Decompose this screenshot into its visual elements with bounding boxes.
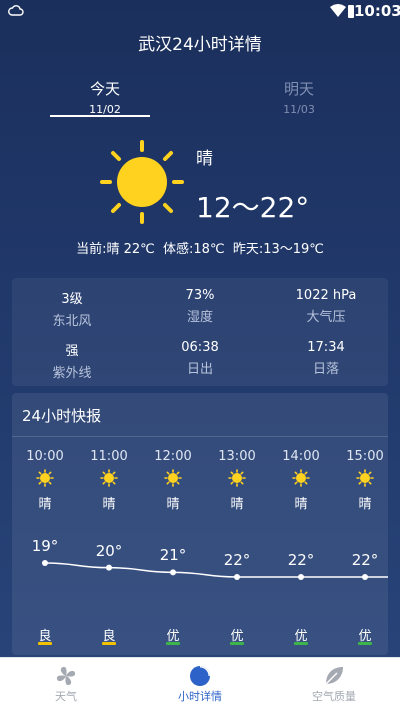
detail-wind: 3级 东北风 — [17, 288, 127, 329]
hourly-item: 15:00 晴 22° 优 — [340, 449, 388, 645]
temperature-point — [106, 564, 112, 571]
detail-label: 日落 — [312, 362, 339, 377]
air-quality-bar — [166, 642, 180, 645]
detail-sunrise: 06:38 日出 — [145, 340, 255, 377]
air-quality-bar — [294, 642, 308, 645]
status-time: 10:03 — [354, 2, 400, 20]
nav-hourly-label: 小时详情 — [178, 690, 222, 703]
sun-icon — [356, 469, 374, 487]
hour-time: 13:00 — [218, 449, 256, 464]
sun-icon — [228, 469, 246, 487]
air-quality-bar — [230, 642, 244, 645]
sun-icon — [36, 469, 54, 487]
hourly-item: 11:00 晴 20° 良 — [84, 449, 134, 645]
nav-hourly-details[interactable]: 小时详情 — [150, 658, 250, 704]
tab-tomorrow[interactable]: 明天 11/03 — [244, 78, 354, 116]
temperature-point — [298, 574, 304, 580]
detail-label: 紫外线 — [52, 366, 92, 381]
air-quality-bar — [358, 642, 372, 645]
temperature-point — [42, 560, 48, 566]
hourly-forecast-card[interactable]: 24小时快报 10:00 晴 19° 良 11:00 晴 20° 良 12:00 晴 21° 优 13:… — [12, 393, 388, 655]
hour-time: 15:00 — [346, 449, 384, 464]
nav-air-quality[interactable]: 空气质量 — [284, 658, 384, 704]
hour-temperature: 22° — [351, 551, 379, 569]
hour-condition: 晴 — [166, 497, 180, 512]
wifi-icon — [330, 4, 346, 17]
hourly-item: 13:00 晴 22° 优 — [212, 449, 262, 645]
detail-value: 强 — [65, 344, 79, 359]
tab-tomorrow-date: 11/03 — [283, 103, 315, 116]
sun-icon — [100, 140, 184, 224]
sun-icon — [100, 469, 118, 487]
detail-value: 06:38 — [181, 340, 219, 355]
tab-underline — [50, 115, 150, 117]
detail-value: 17:34 — [307, 340, 345, 355]
hour-time: 12:00 — [154, 449, 192, 464]
temperature-point — [170, 569, 176, 576]
hour-temperature: 22° — [223, 551, 251, 569]
hour-temperature: 22° — [287, 551, 315, 569]
hour-condition: 晴 — [230, 497, 244, 512]
hour-condition: 晴 — [102, 497, 116, 512]
temperature-range: 12～22° — [196, 191, 310, 224]
hour-condition: 晴 — [358, 497, 372, 512]
hour-time: 10:00 — [26, 449, 64, 464]
detail-label: 东北风 — [52, 314, 92, 329]
temperature-curve — [42, 560, 388, 580]
tab-today[interactable]: 今天 11/02 — [50, 78, 160, 116]
sun-icon — [164, 469, 182, 487]
detail-value: 73% — [185, 288, 215, 303]
hour-condition: 晴 — [38, 497, 52, 512]
current-summary: 当前:晴 22℃ 体感:18℃ 昨天:13～19℃ — [76, 242, 324, 257]
temperature-point — [234, 574, 240, 580]
leaf-icon — [325, 667, 343, 685]
detail-sunset: 17:34 日落 — [271, 340, 381, 377]
detail-label: 日出 — [186, 362, 213, 377]
current-condition: 晴 — [196, 149, 213, 169]
detail-value: 1022 hPa — [295, 288, 357, 303]
temperature-point — [362, 574, 368, 580]
cloud-icon — [8, 5, 24, 16]
bottom-nav: 天气 小时详情 空气质量 — [0, 657, 400, 712]
detail-humidity: 73% 湿度 — [145, 288, 255, 325]
air-quality-bar — [38, 642, 52, 645]
hourly-item: 12:00 晴 21° 优 — [148, 449, 198, 645]
hour-temperature: 20° — [95, 541, 123, 560]
pie-clock-icon — [190, 666, 210, 686]
details-card: 3级 东北风 73% 湿度 1022 hPa 大气压 强 紫外线 06:38 日… — [12, 278, 388, 386]
detail-uv: 强 紫外线 — [17, 340, 127, 381]
status-bar: 10:03 — [0, 0, 400, 24]
detail-value: 3级 — [61, 292, 83, 307]
hour-time: 11:00 — [90, 449, 128, 464]
detail-label: 湿度 — [186, 310, 213, 325]
hour-temperature: 21° — [159, 546, 187, 565]
sun-icon — [292, 469, 310, 487]
hour-temperature: 19° — [31, 537, 59, 555]
air-quality-bar — [102, 642, 116, 645]
hour-time: 14:00 — [282, 449, 320, 464]
tab-tomorrow-label: 明天 — [283, 80, 314, 98]
nav-air-quality-label: 空气质量 — [312, 690, 356, 703]
hourly-item: 14:00 晴 22° 优 — [276, 449, 326, 645]
hourly-item: 10:00 晴 19° 良 — [20, 449, 70, 645]
page-title: 武汉24小时详情 — [138, 35, 262, 55]
tab-today-label: 今天 — [89, 80, 120, 98]
hour-condition: 晴 — [294, 497, 308, 512]
detail-pressure: 1022 hPa 大气压 — [271, 288, 381, 325]
detail-label: 大气压 — [306, 310, 346, 325]
nav-weather[interactable]: 天气 — [16, 658, 116, 704]
fan-icon — [56, 666, 76, 686]
nav-weather-label: 天气 — [55, 690, 77, 703]
